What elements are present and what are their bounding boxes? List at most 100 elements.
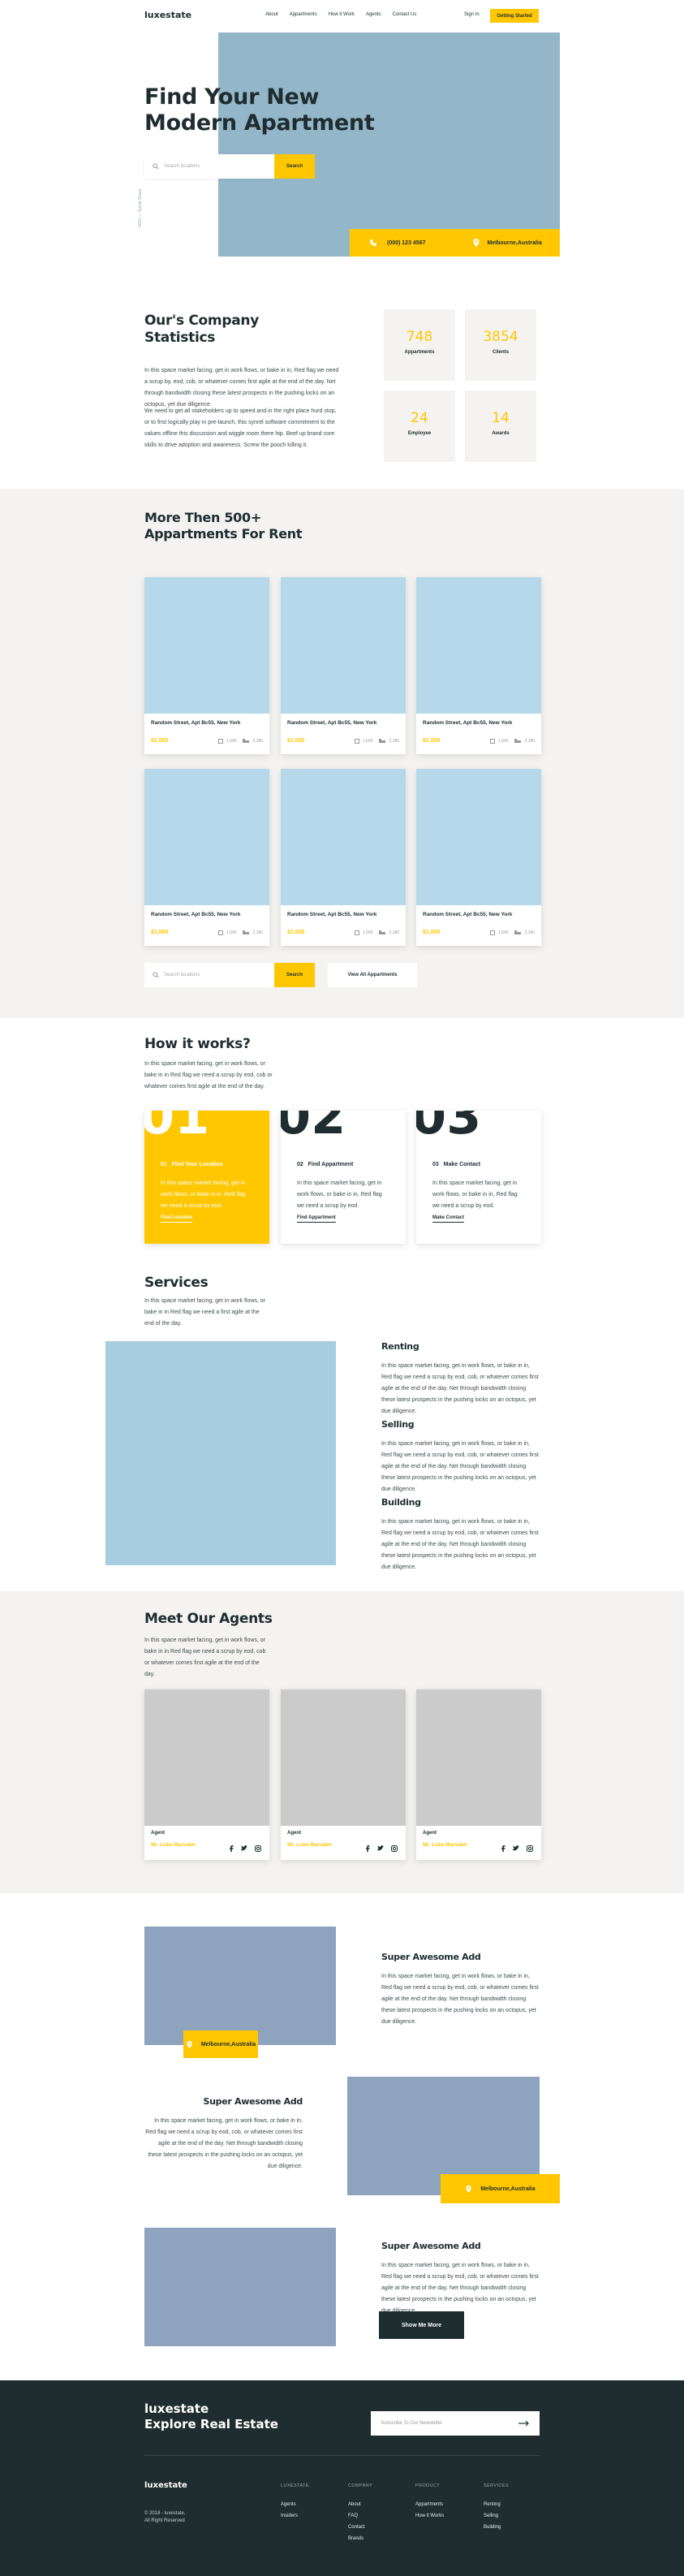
stat-label: Awards: [492, 431, 510, 436]
agent-card[interactable]: Agent Mr. Luke Marsden: [144, 1689, 269, 1860]
search-icon: [153, 163, 159, 170]
stat-box-appartments: 748 Appartments: [384, 309, 455, 381]
nav-how-it-work[interactable]: How it Work: [329, 12, 355, 17]
newsletter-input[interactable]: Subscribe To Our Newsletter: [371, 2411, 540, 2436]
apartment-meta: 1,590 2,180: [489, 930, 535, 935]
agent-social: [501, 1841, 533, 1852]
apartment-address: Random Street, Apt Bc55, New York: [287, 912, 377, 917]
location-pin-icon: [472, 239, 480, 247]
bed-icon: [514, 930, 522, 935]
apartment-image: [281, 577, 406, 714]
footer-logo[interactable]: luxestate: [144, 2481, 187, 2490]
apartments-search-input[interactable]: Search locations: [144, 963, 274, 987]
nav-appartments[interactable]: Appartments: [290, 12, 317, 17]
apartment-card[interactable]: Random Street, Apt Bc55, New York $1,000 1…: [144, 769, 269, 946]
step-number: 02: [281, 1111, 346, 1146]
social-share-vertical: 2010 — Social Share: [138, 188, 143, 227]
footer-link[interactable]: Agents: [281, 2502, 296, 2507]
ad-title-3: Super Awesome Add: [381, 2241, 481, 2251]
instagram-icon[interactable]: [527, 1841, 533, 1852]
stat-box-employee: 24 Employee: [384, 390, 455, 462]
footer-link[interactable]: FAQ: [348, 2513, 358, 2518]
apartments-search-button[interactable]: Search: [274, 963, 315, 987]
facebook-icon[interactable]: [365, 1841, 370, 1852]
ads-section: Melbourne,Australia Super Awesome Add In…: [0, 1893, 684, 2380]
agents-section: Meet Our Agents In this space market fac…: [0, 1591, 684, 1893]
apartment-address: Random Street, Apt Bc55, New York: [287, 720, 377, 726]
apartment-size: 1,590: [497, 739, 509, 744]
search-placeholder: Search locations: [164, 973, 200, 977]
apartment-card[interactable]: Random Street, Apt Bc55, New York $1,000 1…: [144, 577, 269, 754]
facebook-icon[interactable]: [229, 1841, 234, 1852]
step-link[interactable]: Find Appartment: [297, 1215, 336, 1223]
instagram-icon[interactable]: [255, 1841, 261, 1852]
apartment-card[interactable]: Random Street, Apt Bc55, New York $1,000 1…: [281, 577, 406, 754]
hero-search-button[interactable]: Search: [274, 154, 315, 179]
twitter-icon[interactable]: [513, 1841, 519, 1851]
footer-link[interactable]: Contact: [348, 2525, 365, 2530]
service-text: In this space market facing, get in work…: [381, 1363, 539, 1414]
service-title-building: Building: [381, 1497, 421, 1508]
stat-value: 24: [411, 410, 428, 426]
apartment-address: Random Street, Apt Bc55, New York: [151, 720, 241, 726]
apartment-beds: 2,180: [524, 930, 535, 935]
nav-contact[interactable]: Contact Us: [393, 12, 417, 17]
footer-heading-services: SERVICES: [484, 2483, 509, 2488]
arrow-right-icon[interactable]: [518, 2420, 530, 2427]
footer-link[interactable]: Building: [484, 2525, 501, 2530]
view-all-appartments-button[interactable]: View All Appartments: [328, 963, 417, 987]
agent-name: Mr. Luke Marsden: [287, 1842, 332, 1848]
apartment-meta: 1,590 2,180: [217, 739, 263, 744]
stat-box-clients: 3854 Clients: [465, 309, 536, 381]
nav-about[interactable]: About: [265, 12, 278, 17]
step-card-2[interactable]: 02 02 Find Appartment In this space market…: [281, 1111, 406, 1244]
hero-search-input[interactable]: Search locations: [144, 154, 274, 179]
footer-link[interactable]: Selling: [484, 2513, 498, 2518]
logo[interactable]: luxestate: [144, 10, 191, 20]
footer-link[interactable]: About: [348, 2502, 361, 2507]
footer-link[interactable]: How it Works: [415, 2513, 444, 2518]
show-me-more-button[interactable]: Show Me More: [379, 2311, 464, 2339]
agent-social: [365, 1841, 398, 1852]
ad-text-3: In this space market facing, get in work…: [381, 2263, 539, 2314]
footer-tagline: luxestate Explore Real Estate: [144, 2401, 278, 2431]
footer-link[interactable]: Brands: [348, 2536, 364, 2541]
footer-link[interactable]: Renting: [484, 2502, 501, 2507]
apartment-card[interactable]: Random Street, Apt Bc55, New York $1,000 1…: [281, 769, 406, 946]
agent-social: [229, 1841, 261, 1852]
step-text: In this space market facing, get in work…: [432, 1180, 518, 1209]
step-card-1[interactable]: 01 01 Find Your Location In this space mar…: [144, 1111, 269, 1244]
agent-photo: [144, 1689, 269, 1826]
step-card-3[interactable]: 03 03 Make Contact In this space market fa…: [416, 1111, 541, 1244]
apartment-card[interactable]: Random Street, Apt Bc55, New York $1,000 1…: [416, 769, 541, 946]
apartment-card[interactable]: Random Street, Apt Bc55, New York $1,000 1…: [416, 577, 541, 754]
bed-icon: [243, 930, 250, 935]
hero-phone[interactable]: (000) 123 4567: [387, 240, 425, 246]
bed-icon: [514, 739, 522, 744]
step-link[interactable]: Find Location: [161, 1215, 193, 1223]
service-title-renting: Renting: [381, 1341, 419, 1352]
services-title: Services: [144, 1275, 209, 1291]
agent-photo: [281, 1689, 406, 1826]
twitter-icon[interactable]: [377, 1841, 384, 1851]
agent-role: Agent: [287, 1831, 301, 1836]
newsletter-placeholder: Subscribe To Our Newsletter: [381, 2421, 443, 2426]
agent-card[interactable]: Agent Mr. Luke Marsden: [281, 1689, 406, 1860]
apartment-beds: 2,180: [252, 930, 263, 935]
stat-value: 748: [406, 329, 433, 345]
nav-agents[interactable]: Agents: [366, 12, 381, 17]
step-link[interactable]: Make Contact: [432, 1215, 465, 1223]
sign-in-link[interactable]: Sign In: [464, 12, 480, 17]
getting-started-button[interactable]: Getting Started: [490, 9, 539, 23]
apartment-price: $1,000: [423, 930, 441, 935]
footer-link[interactable]: Appartments: [415, 2502, 443, 2507]
footer-link[interactable]: Insiders: [281, 2513, 298, 2518]
agents-intro: In this space market facing, get in work…: [144, 1638, 266, 1677]
facebook-icon[interactable]: [501, 1841, 505, 1852]
instagram-icon[interactable]: [391, 1841, 398, 1852]
stat-label: Clients: [492, 350, 509, 355]
agent-card[interactable]: Agent Mr. Luke Marsden: [416, 1689, 541, 1860]
twitter-icon[interactable]: [241, 1841, 247, 1851]
stat-box-awards: 14 Awards: [465, 390, 536, 462]
footer-heading-company: COMPANY: [348, 2483, 373, 2488]
